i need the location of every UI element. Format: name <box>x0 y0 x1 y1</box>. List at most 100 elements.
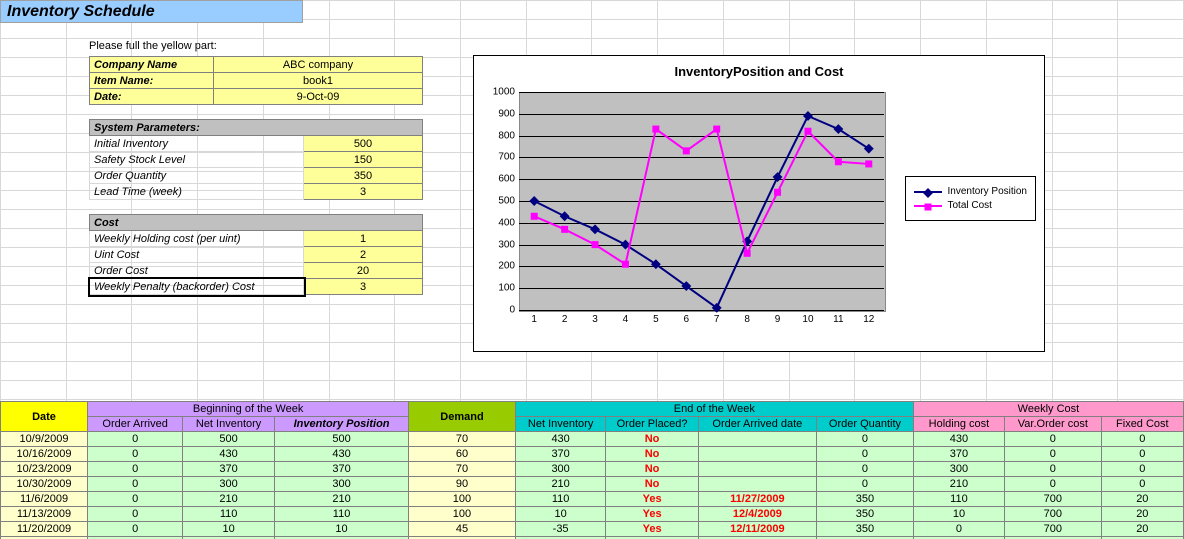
system-param-cell[interactable]: 500 <box>304 136 423 152</box>
cell-net-inv2[interactable]: 10 <box>515 507 606 522</box>
cell-var-order[interactable]: 0 <box>1005 477 1102 492</box>
cell-inv-pos[interactable]: 10 <box>274 522 408 537</box>
cell-order-placed[interactable]: No <box>606 432 698 447</box>
cell-net-inv2[interactable]: 300 <box>515 462 606 477</box>
cell-order-placed[interactable]: No <box>606 477 698 492</box>
cell-net-inv[interactable]: 500 <box>183 432 275 447</box>
cell-order-qty[interactable]: 0 <box>817 477 914 492</box>
cell-order-arrived[interactable]: 0 <box>88 462 183 477</box>
system-param-cell[interactable]: 150 <box>304 152 423 168</box>
cell-order-arrived[interactable]: 0 <box>88 432 183 447</box>
cell-order-arrived[interactable]: 0 <box>88 522 183 537</box>
cell-holding[interactable]: 300 <box>913 462 1004 477</box>
cell-date[interactable]: 10/30/2009 <box>1 477 88 492</box>
cell-fixed[interactable]: 0 <box>1101 477 1183 492</box>
cell-date[interactable]: 11/13/2009 <box>1 507 88 522</box>
cell-order-arrived[interactable]: 0 <box>88 492 183 507</box>
cell-inv-pos[interactable]: 210 <box>274 492 408 507</box>
cell-inv-pos[interactable]: 300 <box>274 477 408 492</box>
cell-net-inv2[interactable]: 430 <box>515 432 606 447</box>
cost-cell[interactable]: 2 <box>304 247 423 263</box>
chart-xtick: 6 <box>684 314 690 325</box>
cell-order-arr-date[interactable] <box>698 447 816 462</box>
cell-holding[interactable]: 210 <box>913 477 1004 492</box>
cell-var-order[interactable]: 0 <box>1005 432 1102 447</box>
cell-date[interactable]: 11/20/2009 <box>1 522 88 537</box>
cell-net-inv[interactable]: 370 <box>183 462 275 477</box>
cell-net-inv2[interactable]: 370 <box>515 447 606 462</box>
cell-order-arr-date[interactable] <box>698 477 816 492</box>
cell-holding[interactable]: 110 <box>913 492 1004 507</box>
cell-var-order[interactable]: 700 <box>1005 492 1102 507</box>
cell-order-qty[interactable]: 0 <box>817 432 914 447</box>
cell-order-arrived[interactable]: 0 <box>88 507 183 522</box>
cell-order-placed[interactable]: Yes <box>606 522 698 537</box>
cell-order-arr-date[interactable] <box>698 462 816 477</box>
cell-net-inv[interactable]: 430 <box>183 447 275 462</box>
cell-order-arrived[interactable]: 0 <box>88 477 183 492</box>
system-param-cell[interactable]: 3 <box>304 184 423 200</box>
cell-var-order[interactable]: 700 <box>1005 507 1102 522</box>
cell-var-order[interactable]: 700 <box>1005 522 1102 537</box>
chart-container[interactable]: InventoryPosition and Cost 0100200300400… <box>473 55 1045 352</box>
cell-fixed[interactable]: 20 <box>1101 492 1183 507</box>
col-header-holding: Holding cost <box>913 417 1004 432</box>
cost-cell[interactable]: 3 <box>304 279 423 295</box>
cell-order-placed[interactable]: No <box>606 462 698 477</box>
cell-net-inv2[interactable]: -35 <box>515 522 606 537</box>
cell-order-arrived[interactable]: 0 <box>88 447 183 462</box>
cell-order-placed[interactable]: Yes <box>606 492 698 507</box>
cell-net-inv2[interactable]: 210 <box>515 477 606 492</box>
cell-var-order[interactable]: 0 <box>1005 447 1102 462</box>
company-info-cell[interactable]: book1 <box>214 73 423 89</box>
cost-cell[interactable]: 20 <box>304 263 423 279</box>
cell-holding[interactable]: 10 <box>913 507 1004 522</box>
cell-order-placed[interactable]: Yes <box>606 507 698 522</box>
company-info-cell[interactable]: ABC company <box>214 57 423 73</box>
system-param-cell[interactable]: 350 <box>304 168 423 184</box>
cell-fixed[interactable]: 20 <box>1101 522 1183 537</box>
cell-inv-pos[interactable]: 430 <box>274 447 408 462</box>
cell-order-qty[interactable]: 0 <box>817 447 914 462</box>
cell-demand[interactable]: 100 <box>409 492 516 507</box>
chart-xtick: 2 <box>562 314 568 325</box>
cell-demand[interactable]: 70 <box>409 432 516 447</box>
cell-net-inv[interactable]: 110 <box>183 507 275 522</box>
cell-date[interactable]: 10/16/2009 <box>1 447 88 462</box>
cell-holding[interactable]: 0 <box>913 522 1004 537</box>
cell-net-inv2[interactable]: 110 <box>515 492 606 507</box>
cell-fixed[interactable]: 0 <box>1101 462 1183 477</box>
cell-demand[interactable]: 45 <box>409 522 516 537</box>
cost-cell[interactable]: 1 <box>304 231 423 247</box>
cell-net-inv[interactable]: 210 <box>183 492 275 507</box>
cell-order-arr-date[interactable]: 12/11/2009 <box>698 522 816 537</box>
cell-fixed[interactable]: 20 <box>1101 507 1183 522</box>
cell-order-qty[interactable]: 350 <box>817 507 914 522</box>
cell-order-qty[interactable]: 350 <box>817 522 914 537</box>
cell-inv-pos[interactable]: 110 <box>274 507 408 522</box>
cell-date[interactable]: 10/23/2009 <box>1 462 88 477</box>
cell-demand[interactable]: 90 <box>409 477 516 492</box>
cell-var-order[interactable]: 0 <box>1005 462 1102 477</box>
cell-inv-pos[interactable]: 500 <box>274 432 408 447</box>
cell-fixed[interactable]: 0 <box>1101 447 1183 462</box>
company-info-cell[interactable]: 9-Oct-09 <box>214 89 423 105</box>
cell-fixed[interactable]: 0 <box>1101 432 1183 447</box>
cell-demand[interactable]: 100 <box>409 507 516 522</box>
cell-date[interactable]: 11/6/2009 <box>1 492 88 507</box>
cell-order-qty[interactable]: 0 <box>817 462 914 477</box>
cell-inv-pos[interactable]: 370 <box>274 462 408 477</box>
cell-holding[interactable]: 430 <box>913 432 1004 447</box>
cell-demand[interactable]: 70 <box>409 462 516 477</box>
cell-order-placed[interactable]: No <box>606 447 698 462</box>
cell-order-arr-date[interactable]: 11/27/2009 <box>698 492 816 507</box>
cell-order-arr-date[interactable] <box>698 432 816 447</box>
schedule-table: DateBeginning of the WeekDemandEnd of th… <box>0 401 1184 539</box>
cell-order-arr-date[interactable]: 12/4/2009 <box>698 507 816 522</box>
cell-holding[interactable]: 370 <box>913 447 1004 462</box>
cell-date[interactable]: 10/9/2009 <box>1 432 88 447</box>
cell-order-qty[interactable]: 350 <box>817 492 914 507</box>
cell-net-inv[interactable]: 10 <box>183 522 275 537</box>
cell-net-inv[interactable]: 300 <box>183 477 275 492</box>
cell-demand[interactable]: 60 <box>409 447 516 462</box>
